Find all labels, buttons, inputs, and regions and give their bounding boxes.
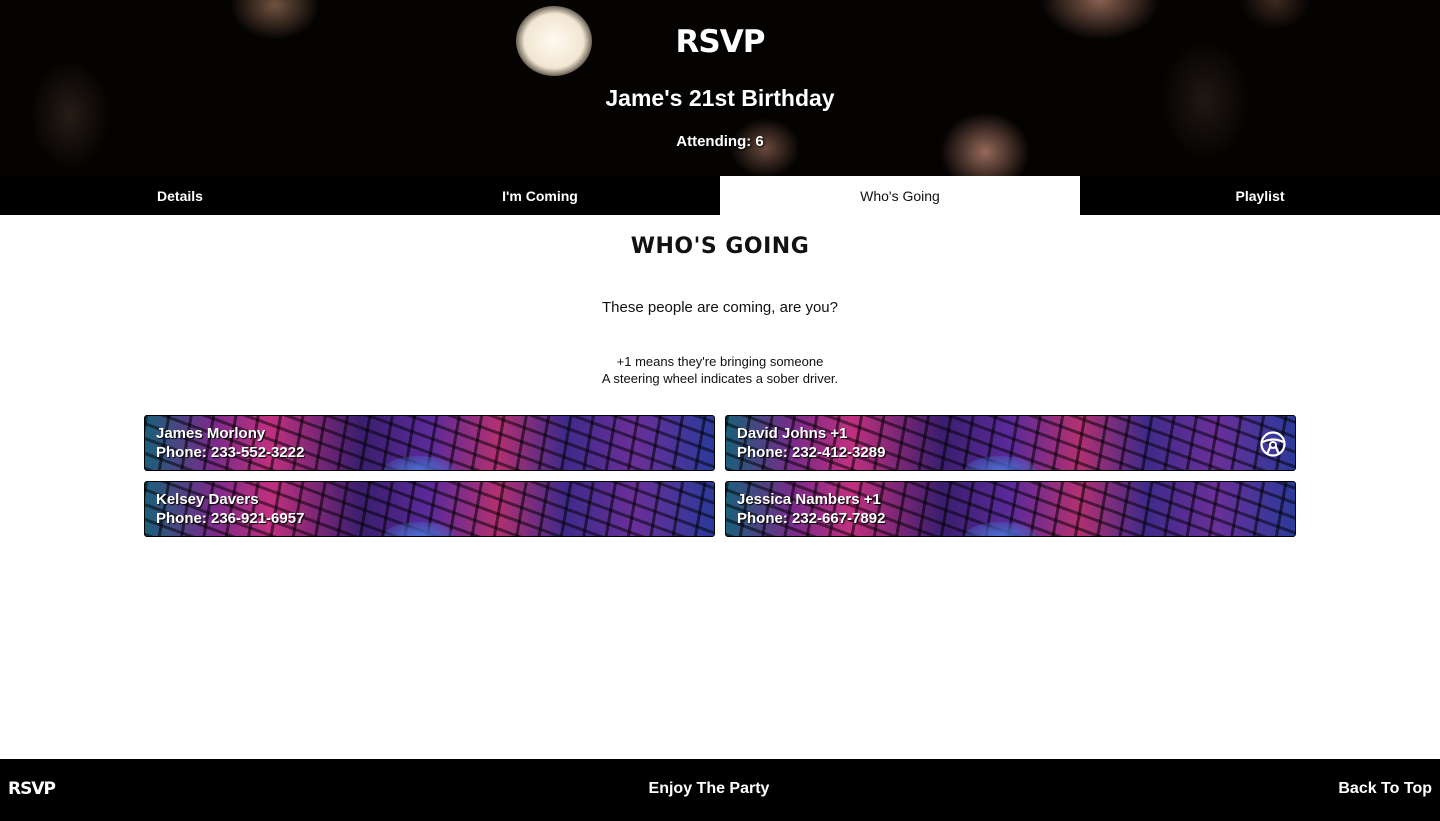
guest-phone: Phone: 236-921-6957 [156, 510, 305, 527]
guest-card: David Johns +1 Phone: 232-412-3289 [725, 415, 1296, 471]
event-title: Jame's 21st Birthday [605, 85, 835, 111]
guest-list: James Morlony Phone: 233-552-3222 David … [144, 415, 1296, 537]
attending-count: Attending: 6 [676, 133, 764, 150]
back-to-top-link[interactable]: Back To Top [1338, 780, 1432, 798]
legend-notes: +1 means they're bringing someone A stee… [0, 353, 1440, 387]
guest-name: Kelsey Davers [156, 491, 259, 508]
bokeh-light [30, 60, 110, 170]
footer-tagline: Enjoy The Party [648, 780, 770, 797]
tab-playlist[interactable]: Playlist [1080, 176, 1440, 215]
intro-text: These people are coming, are you? [602, 299, 838, 316]
tab-bar: Details I'm Coming Who's Going Playlist [0, 176, 1440, 215]
tab-whos-going[interactable]: Who's Going [720, 176, 1080, 215]
guest-name: Jessica Nambers +1 [737, 491, 881, 508]
guest-card: James Morlony Phone: 233-552-3222 [144, 415, 715, 471]
plus-one-note: +1 means they're bringing someone [616, 354, 824, 369]
rsvp-logo: RSVP [675, 24, 766, 60]
steering-wheel-icon [1260, 431, 1286, 457]
guest-card: Jessica Nambers +1 Phone: 232-667-7892 [725, 481, 1296, 537]
sober-driver-note: A steering wheel indicates a sober drive… [601, 371, 839, 386]
hero-header: RSVP Jame's 21st Birthday Attending: 6 [0, 0, 1440, 176]
guest-name: James Morlony [156, 425, 266, 442]
tab-details[interactable]: Details [0, 176, 360, 215]
guest-phone: Phone: 232-667-7892 [737, 510, 886, 527]
guest-card: Kelsey Davers Phone: 236-921-6957 [144, 481, 715, 537]
section-title: WHO'S GOING [630, 234, 810, 259]
guest-name: David Johns +1 [737, 425, 848, 442]
guest-phone: Phone: 233-552-3222 [156, 444, 305, 461]
guest-phone: Phone: 232-412-3289 [737, 444, 886, 461]
tab-im-coming[interactable]: I'm Coming [360, 176, 720, 215]
page-footer: RSVP Enjoy The Party Back To Top [0, 759, 1440, 821]
